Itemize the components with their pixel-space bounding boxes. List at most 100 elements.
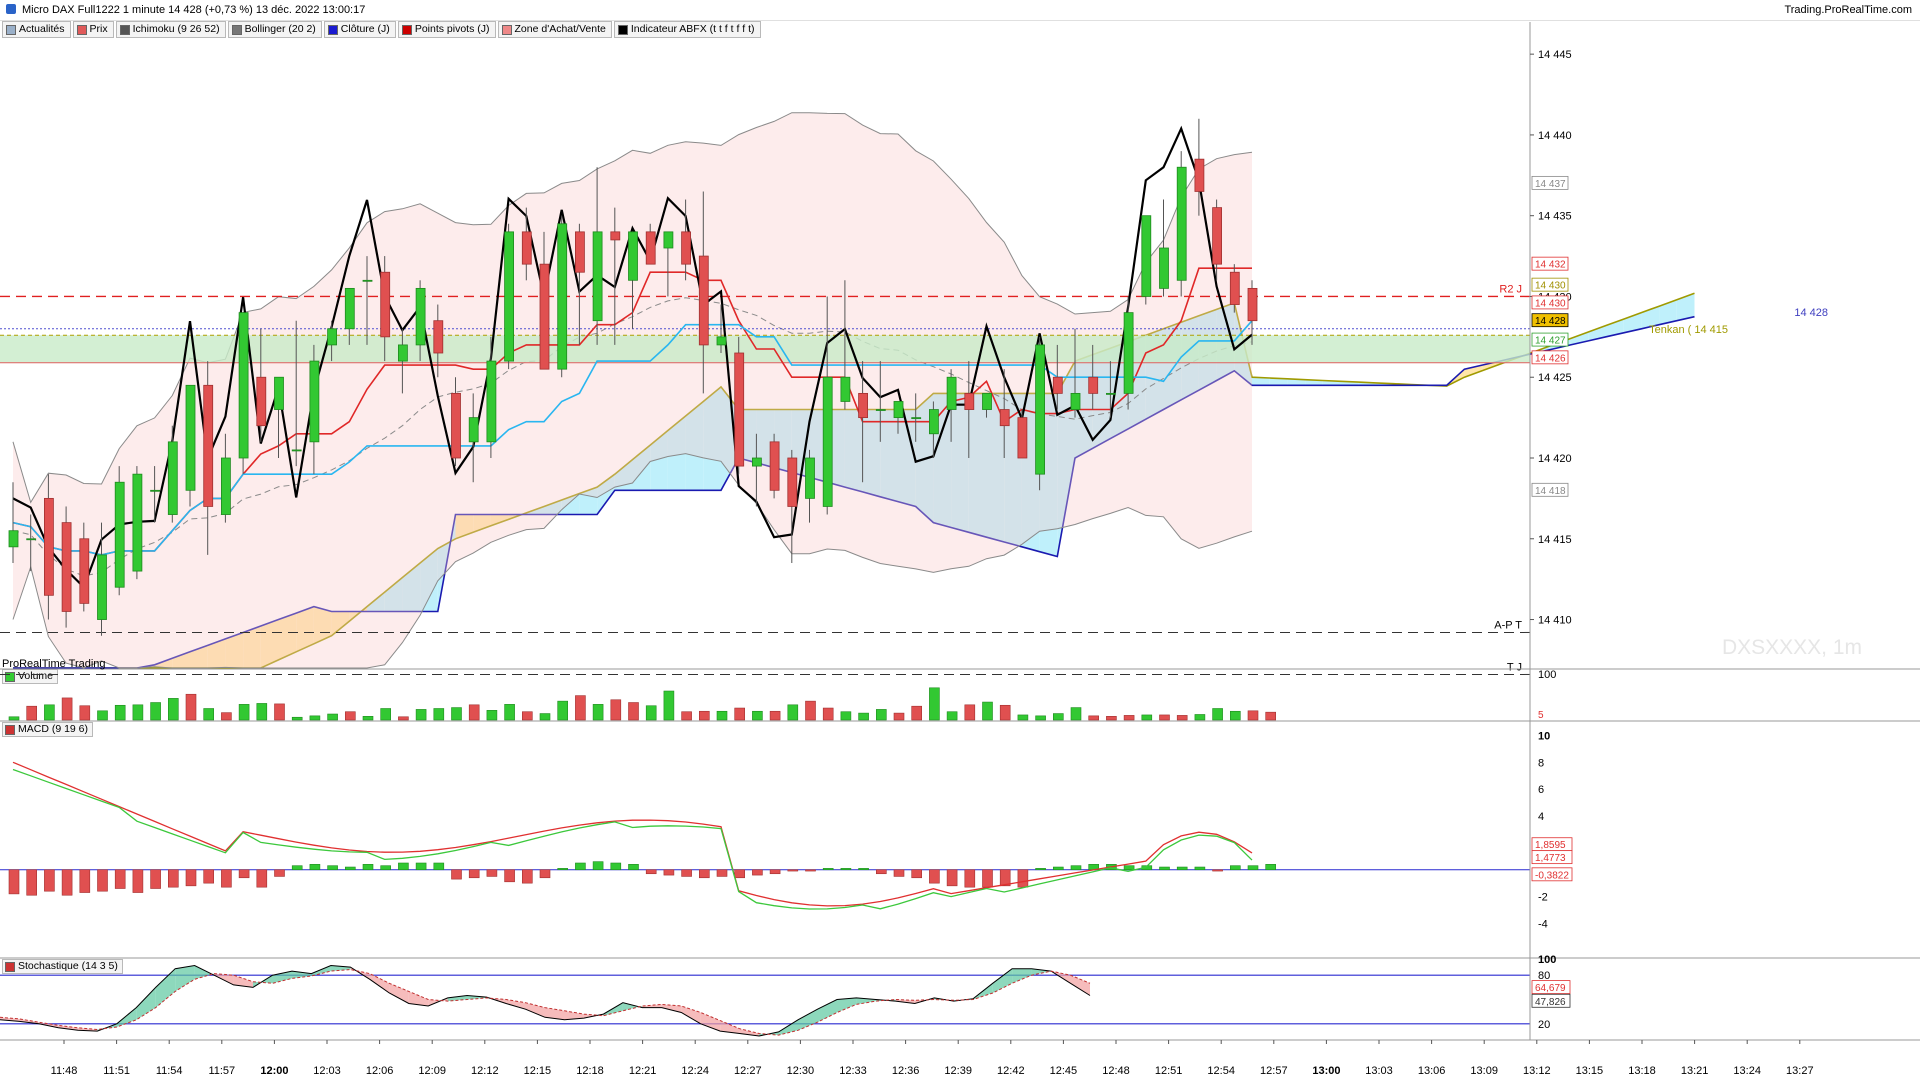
time-tick-label: 11:51 — [103, 1065, 130, 1077]
candle-body — [769, 441, 780, 491]
candle — [769, 433, 780, 499]
macd-bar — [805, 869, 816, 872]
time-tick-label: 13:03 — [1365, 1065, 1393, 1077]
volume-bar — [1265, 711, 1276, 721]
volume-bar — [291, 716, 303, 721]
volume-bar — [893, 712, 905, 721]
volume-bar — [114, 704, 126, 721]
volume-bar — [380, 708, 392, 721]
volume-bar — [203, 708, 214, 721]
candle-body — [999, 409, 1010, 427]
volume-panel[interactable] — [8, 687, 1276, 721]
macd-bar — [946, 869, 958, 887]
time-tick-label: 12:48 — [1102, 1065, 1130, 1077]
candle-body — [592, 231, 603, 322]
candle-body — [628, 231, 638, 281]
macd-bar — [415, 862, 427, 871]
stoch-panel[interactable] — [0, 964, 1530, 1037]
macd-bar — [8, 869, 20, 895]
candle-body — [734, 352, 745, 467]
price-tag-label: 14 432 — [1535, 260, 1566, 271]
volume-bar — [61, 697, 73, 721]
volume-bar — [964, 704, 976, 721]
price-panel[interactable]: R2 J A-P T T J Tenkan ( 14 415 14 428 — [0, 112, 1828, 675]
volume-bar — [805, 700, 816, 721]
candle — [114, 466, 125, 596]
macd-bar — [1070, 865, 1082, 871]
candle-body — [1247, 287, 1258, 322]
candle-body — [716, 336, 727, 346]
r2-label: R2 J — [1499, 283, 1522, 295]
time-tick-label: 12:54 — [1207, 1065, 1235, 1077]
macd-tick-label: 4 — [1538, 811, 1544, 823]
macd-bar — [1247, 865, 1259, 871]
price-tag-label: 14 427 — [1535, 336, 1566, 347]
candle — [132, 466, 143, 580]
macd-bar — [150, 869, 161, 889]
volume-bar — [575, 695, 586, 721]
volume-bar — [451, 707, 462, 721]
stoch-fill — [700, 1012, 721, 1032]
stoch-tick-label: 100 — [1538, 954, 1556, 966]
macd-bar — [645, 869, 657, 875]
macd-bar — [698, 869, 710, 879]
volume-bar — [415, 709, 427, 721]
macd-bar — [1017, 869, 1029, 888]
macd-bar — [1176, 866, 1188, 871]
macd-bar — [752, 869, 763, 876]
volume-bar — [1212, 708, 1223, 721]
volume-bar — [716, 710, 728, 721]
macd-bar — [716, 869, 728, 877]
volume-bar — [592, 704, 604, 721]
stoch-fill — [817, 999, 837, 1023]
volume-bar — [1176, 715, 1188, 721]
volume-bar — [999, 704, 1011, 721]
macd-bar — [256, 869, 268, 888]
candle-body — [468, 417, 479, 443]
candle-body — [238, 312, 249, 459]
candle-body — [681, 231, 691, 265]
candle-body — [1194, 158, 1205, 192]
macd-tick-label: 8 — [1538, 757, 1544, 769]
volume-bar — [97, 710, 108, 721]
volume-bar — [1123, 715, 1135, 721]
volume-bar — [557, 700, 569, 721]
macd-panel[interactable] — [0, 761, 1530, 910]
tj-label: T J — [1507, 661, 1522, 673]
price-tag-label: 14 430 — [1535, 281, 1566, 292]
stoch-fill — [194, 965, 215, 980]
time-tick-label: 11:57 — [208, 1065, 235, 1077]
macd-tag-label: 1,8595 — [1535, 840, 1566, 851]
macd-tag-label: -0,3822 — [1535, 870, 1569, 881]
volume-bar — [681, 711, 692, 721]
price-tick-label: 14 435 — [1538, 211, 1572, 223]
volume-bar — [79, 705, 91, 721]
candle-body — [150, 489, 161, 492]
candle-body — [114, 481, 125, 588]
watermark: DXSXXXX, 1m — [1722, 636, 1862, 659]
macd-bar — [1212, 869, 1223, 872]
macd-bar — [681, 869, 692, 877]
candle-body — [486, 360, 497, 443]
candle — [61, 506, 72, 628]
time-tick-label: 13:21 — [1681, 1065, 1709, 1077]
candle-body — [698, 255, 709, 346]
chart-canvas[interactable]: R2 J A-P T T J Tenkan ( 14 415 14 428 14 410… — [0, 0, 1920, 1080]
macd-bar — [451, 869, 462, 880]
price-tag-label: 14 430 — [1535, 298, 1566, 309]
volume-bar — [221, 712, 232, 721]
time-tick-label: 13:15 — [1576, 1065, 1604, 1077]
price-tick-label: 14 425 — [1538, 372, 1572, 384]
candle-body — [645, 231, 656, 265]
candle-body — [220, 457, 231, 515]
macd-bar — [274, 869, 285, 877]
volume-bar — [539, 713, 551, 721]
time-tick-label: 13:12 — [1523, 1065, 1551, 1077]
time-tick-label: 12:51 — [1155, 1065, 1183, 1077]
candle-body — [433, 320, 444, 354]
candle-body — [982, 392, 992, 410]
macd-bar — [521, 869, 533, 884]
volume-bar — [1070, 707, 1082, 721]
candle-body — [61, 522, 72, 612]
macd-bar — [982, 869, 993, 888]
